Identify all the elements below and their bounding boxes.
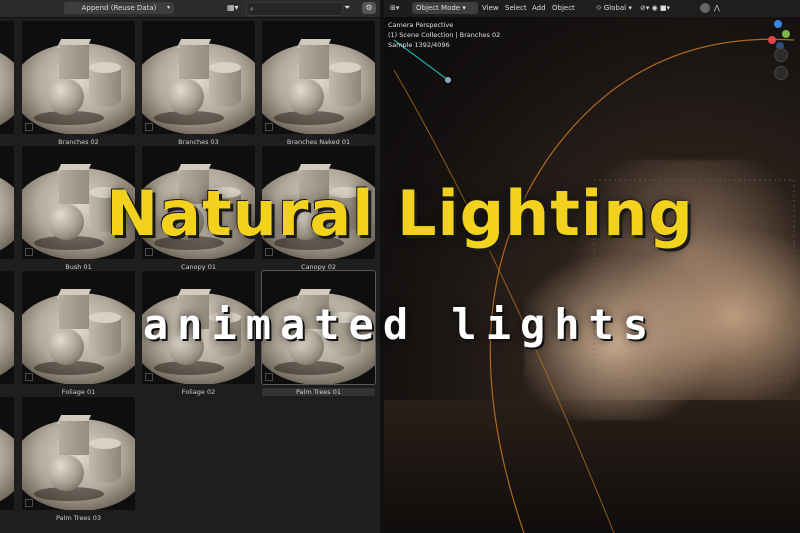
- falloff-icon[interactable]: ⋀: [714, 2, 720, 14]
- chevron-down-icon: ▾: [166, 4, 170, 11]
- asset-thumbnail: [22, 21, 135, 134]
- x-axis-icon[interactable]: [768, 36, 776, 44]
- proportional-edit-icon[interactable]: [700, 3, 710, 13]
- menu-view[interactable]: View: [482, 2, 499, 14]
- search-input[interactable]: ⌕: [246, 2, 343, 16]
- asset-label: Foliage 01: [61, 388, 96, 396]
- asset-thumbnail: [0, 21, 14, 134]
- asset-label: Canopy 02: [301, 263, 336, 271]
- zoom-icon[interactable]: [774, 48, 788, 62]
- asset-browser-panel: Append (Reuse Data) ▾ ▦▾ ⌕ ⏷ ⚙ Branches …: [0, 0, 380, 533]
- asset-label: Branches 02: [58, 138, 99, 146]
- info-collection-label: (1) Scene Collection | Branches 02: [388, 31, 501, 39]
- filter-icon[interactable]: ⏷: [344, 2, 358, 14]
- orientation-dropdown[interactable]: ⟐ Global ▾: [596, 2, 634, 14]
- overlay-title: Natural Lighting: [106, 177, 694, 250]
- y-axis-icon[interactable]: [782, 30, 790, 38]
- orientation-label: Global: [603, 4, 627, 12]
- light-curves: [393, 38, 795, 533]
- menu-select[interactable]: Select: [505, 2, 527, 14]
- pan-icon[interactable]: [774, 66, 788, 80]
- snapping-icons[interactable]: ⊘▾ ◉ ■▾: [640, 2, 700, 14]
- info-view-label: Camera Perspective: [388, 21, 454, 29]
- mode-dropdown[interactable]: Object Mode ▾: [412, 2, 478, 14]
- mode-label: Object Mode: [416, 4, 461, 12]
- asset-thumbnail: [0, 397, 14, 510]
- menu-object[interactable]: Object: [552, 2, 575, 14]
- asset-label: Palm Trees 03: [55, 514, 102, 522]
- z-axis-icon[interactable]: [774, 20, 782, 28]
- asset-label: Branches 03: [178, 138, 219, 146]
- import-method-label: Append (Reuse Data): [81, 4, 157, 12]
- gear-icon[interactable]: ⚙: [362, 2, 376, 14]
- import-method-dropdown[interactable]: Append (Reuse Data) ▾: [64, 2, 174, 14]
- display-mode-icon[interactable]: ▦▾: [227, 2, 243, 14]
- asset-label: Canopy 01: [181, 263, 216, 271]
- asset-thumbnail: [142, 21, 255, 134]
- asset-browser-header: Append (Reuse Data) ▾ ▦▾ ⌕ ⏷ ⚙: [0, 0, 380, 18]
- asset-thumbnail: [22, 397, 135, 510]
- viewport-info: Camera Perspective (1) Scene Collection …: [388, 20, 500, 50]
- asset-label: Palm Trees 01: [262, 388, 375, 396]
- asset-label: Bush 01: [65, 263, 92, 271]
- viewport-header: ⊞▾ Object Mode ▾ View Select Add Object …: [384, 0, 800, 17]
- overlay-subtitle: animated lights: [142, 300, 658, 349]
- info-sample-label: Sample 1392/4096: [388, 41, 450, 49]
- asset-label: Foliage 02: [181, 388, 216, 396]
- 3d-viewport[interactable]: ⊞▾ Object Mode ▾ View Select Add Object …: [384, 0, 800, 533]
- asset-label: Branches Naked 01: [286, 138, 351, 146]
- search-icon: ⌕: [250, 5, 254, 13]
- navigation-gizmo[interactable]: [752, 18, 796, 88]
- menu-add[interactable]: Add: [532, 2, 546, 14]
- editor-type-icon[interactable]: ⊞▾: [390, 2, 406, 14]
- asset-thumbnail: [262, 21, 375, 134]
